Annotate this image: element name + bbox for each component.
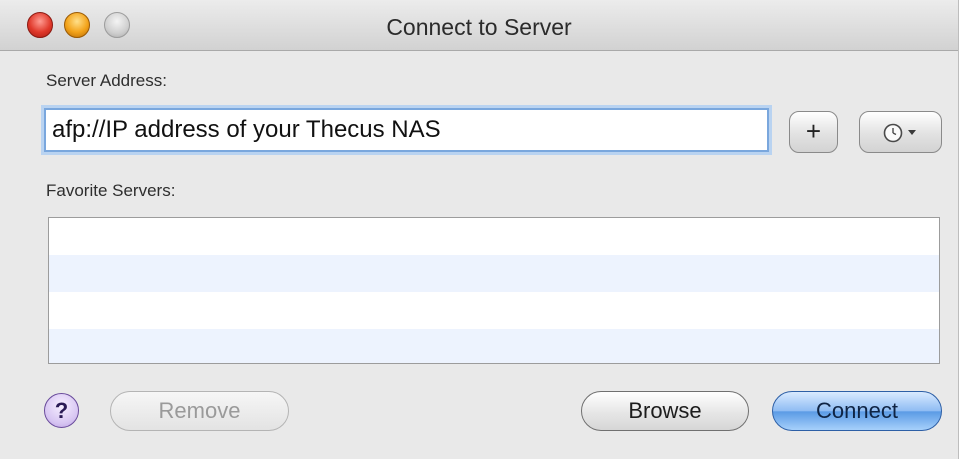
browse-button[interactable]: Browse bbox=[581, 391, 749, 431]
server-address-field[interactable] bbox=[44, 108, 769, 152]
title-bar[interactable]: Connect to Server bbox=[0, 0, 958, 51]
chevron-down-icon bbox=[908, 130, 916, 135]
favorite-servers-label: Favorite Servers: bbox=[46, 181, 176, 200]
remove-button[interactable]: Remove bbox=[110, 391, 289, 431]
list-row[interactable] bbox=[49, 292, 939, 329]
server-address-input[interactable] bbox=[46, 110, 767, 150]
window-title: Connect to Server bbox=[386, 14, 572, 40]
recent-servers-button[interactable] bbox=[859, 111, 942, 153]
add-favorite-button[interactable]: + bbox=[789, 111, 838, 153]
list-row[interactable] bbox=[49, 218, 939, 255]
help-button[interactable]: ? bbox=[44, 393, 79, 428]
connect-button[interactable]: Connect bbox=[772, 391, 942, 431]
clock-icon bbox=[883, 123, 916, 143]
server-address-label: Server Address: bbox=[46, 71, 167, 90]
favorite-servers-list[interactable] bbox=[48, 217, 940, 364]
connect-to-server-window: Connect to Server Server Address: + Favo… bbox=[0, 0, 959, 459]
list-row[interactable] bbox=[49, 329, 939, 363]
list-row[interactable] bbox=[49, 255, 939, 292]
